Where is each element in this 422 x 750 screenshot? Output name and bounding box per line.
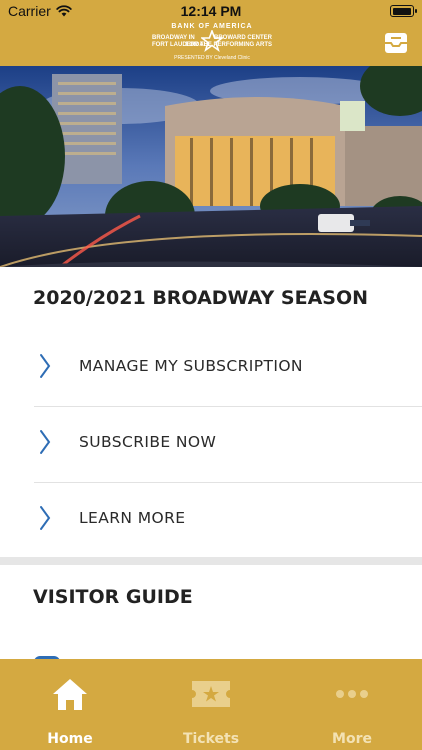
manage-subscription-label: MANAGE MY SUBSCRIPTION xyxy=(79,357,303,375)
chevron-right-icon xyxy=(40,506,51,530)
home-icon xyxy=(53,679,87,710)
tab-tickets[interactable]: Tickets xyxy=(141,659,281,750)
tab-more-label: More xyxy=(332,731,372,747)
tab-home[interactable]: Home xyxy=(0,659,140,750)
broadway-logo: BANK OF AMERICA BROADWAY IN FORT LAUDERD… xyxy=(150,22,274,66)
tab-home-label: Home xyxy=(47,731,93,747)
tab-tickets-label: Tickets xyxy=(182,731,240,747)
manage-subscription-row[interactable]: MANAGE MY SUBSCRIPTION xyxy=(0,331,422,407)
app-header: BANK OF AMERICA BROADWAY IN FORT LAUDERD… xyxy=(0,22,422,66)
logo-sponsor: BANK OF AMERICA xyxy=(171,23,253,30)
hero-image xyxy=(0,66,422,267)
logo-right-line1: BROWARD CENTER xyxy=(214,35,272,41)
learn-more-row[interactable]: LEARN MORE xyxy=(0,483,422,559)
chevron-right-icon xyxy=(40,430,51,454)
visitor-guide-title: VISITOR GUIDE xyxy=(33,586,193,608)
season-title: 2020/2021 BROADWAY SEASON xyxy=(33,287,369,309)
battery-icon xyxy=(390,5,417,17)
logo-presenter: PRESENTED BY Cleveland Clinic xyxy=(174,55,250,61)
ticket-icon xyxy=(192,681,230,707)
subscribe-now-label: SUBSCRIBE NOW xyxy=(79,433,217,451)
learn-more-label: LEARN MORE xyxy=(79,509,186,527)
tab-more[interactable]: More xyxy=(282,659,422,750)
inbox-icon[interactable] xyxy=(382,29,410,57)
tab-bar: Home Tickets More xyxy=(0,659,422,750)
chevron-right-icon xyxy=(40,354,51,378)
status-bar: Carrier 12:14 PM xyxy=(0,0,422,22)
more-dots-icon xyxy=(336,690,368,698)
subscribe-now-row[interactable]: SUBSCRIBE NOW xyxy=(0,407,422,483)
status-time: 12:14 PM xyxy=(180,3,242,19)
section-separator xyxy=(0,557,422,565)
logo-right-line2: FOR THE PERFORMING ARTS xyxy=(185,42,272,48)
